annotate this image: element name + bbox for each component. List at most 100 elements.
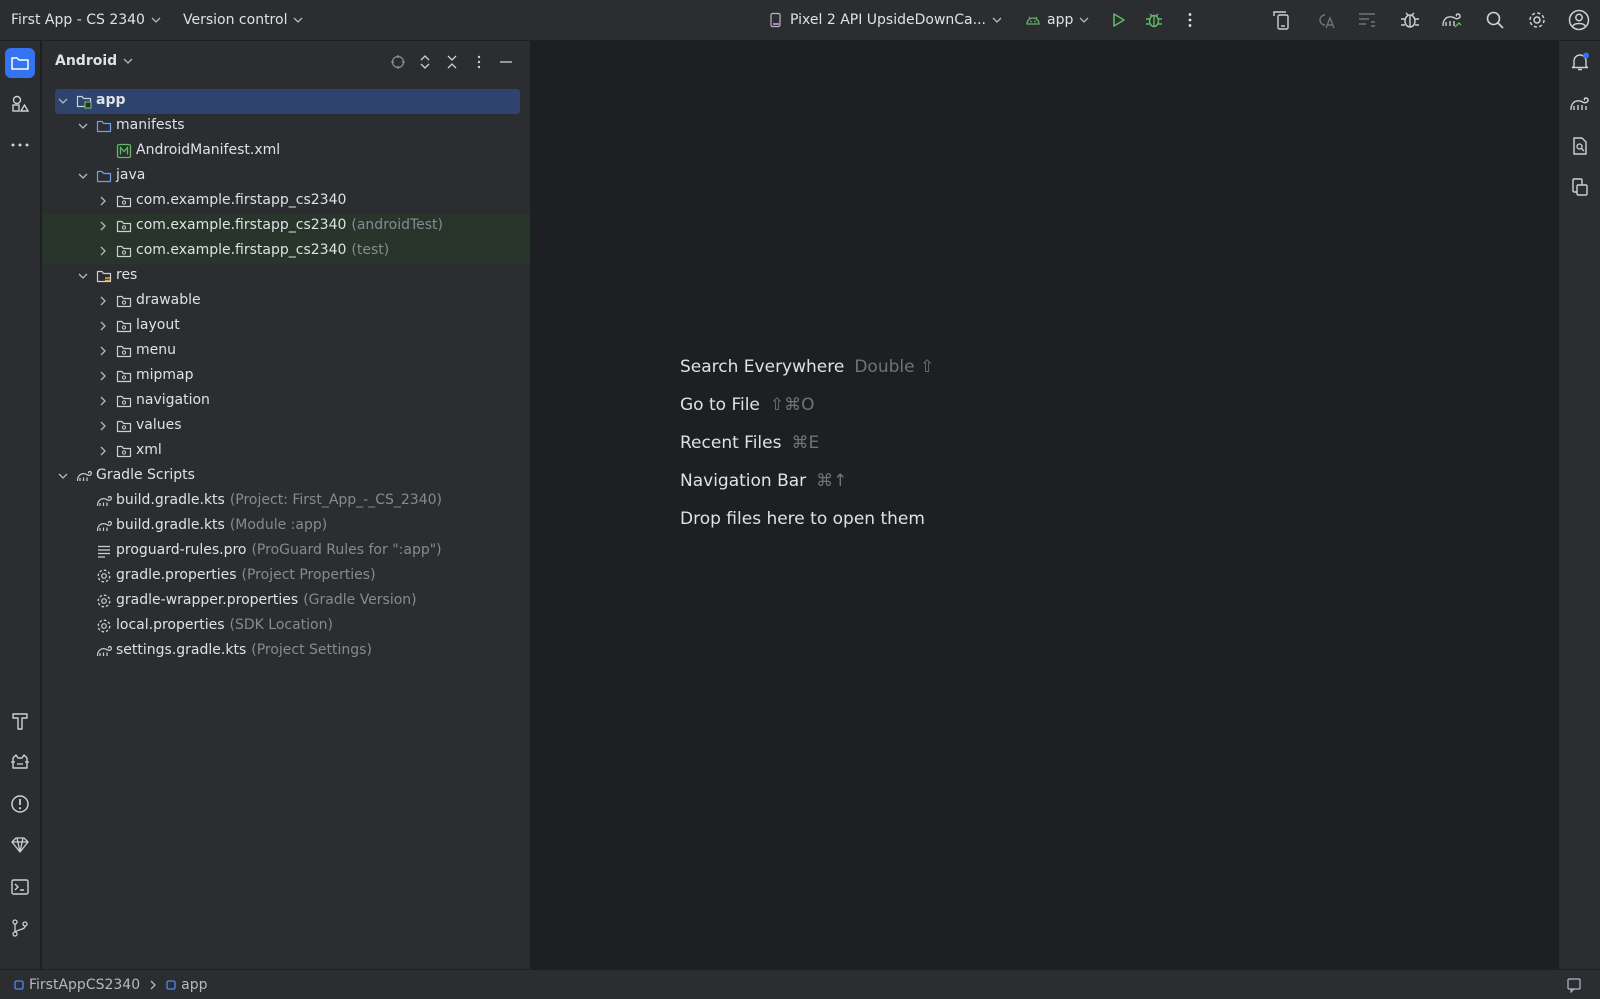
- tree-item[interactable]: layout: [42, 314, 530, 339]
- package-icon: [116, 443, 132, 459]
- project-icon: [11, 57, 29, 70]
- gradle-panel-button[interactable]: [1565, 89, 1595, 119]
- debug-run-icon[interactable]: [1142, 8, 1166, 32]
- tree-item[interactable]: build.gradle.kts (Module :app): [42, 514, 530, 539]
- chevron-right-icon[interactable]: [97, 295, 109, 307]
- tree-item-label: values: [136, 417, 182, 433]
- tree-item[interactable]: java: [42, 164, 530, 189]
- chevron-right-icon[interactable]: [97, 395, 109, 407]
- properties-icon: [96, 593, 112, 609]
- tree-item-hint: (SDK Location): [229, 617, 333, 633]
- logcat-tool-button[interactable]: [5, 747, 35, 777]
- hide-panel-icon[interactable]: [498, 54, 514, 70]
- editor-area[interactable]: Search Everywhere Double ⇧ Go to File ⇧⌘…: [531, 41, 1558, 969]
- package-icon: [116, 393, 132, 409]
- tree-item[interactable]: xml: [42, 439, 530, 464]
- more-actions-icon[interactable]: [1178, 8, 1202, 32]
- tree-item-label: xml: [136, 442, 162, 458]
- tree-item[interactable]: mipmap: [42, 364, 530, 389]
- chevron-right-icon[interactable]: [97, 370, 109, 382]
- tree-item[interactable]: settings.gradle.kts (Project Settings): [42, 639, 530, 664]
- tree-item[interactable]: local.properties (SDK Location): [42, 614, 530, 639]
- tree-item[interactable]: com.example.firstapp_cs2340 (androidTest): [42, 214, 530, 239]
- more-tools-button[interactable]: [5, 130, 35, 160]
- tree-item[interactable]: com.example.firstapp_cs2340 (test): [42, 239, 530, 264]
- app-quality-tool-button[interactable]: [5, 830, 35, 860]
- project-selector[interactable]: First App - CS 2340: [11, 0, 161, 40]
- locate-file-icon[interactable]: [390, 54, 406, 70]
- project-view-selector[interactable]: Android: [55, 53, 133, 69]
- translate-icon[interactable]: [1313, 8, 1337, 32]
- chevron-down-icon[interactable]: [77, 170, 89, 182]
- tree-item[interactable]: res: [42, 264, 530, 289]
- panel-options-icon[interactable]: [471, 54, 487, 70]
- search-icon[interactable]: [1483, 8, 1507, 32]
- breadcrumb: FirstAppCS2340 app: [14, 977, 207, 993]
- chevron-right-icon[interactable]: [97, 220, 109, 232]
- tree-item-label: manifests: [116, 117, 185, 133]
- version-control-tool-button[interactable]: [5, 913, 35, 943]
- gradle-icon: [1570, 97, 1589, 111]
- problems-tool-button[interactable]: [5, 789, 35, 819]
- tree-item-hint: (ProGuard Rules for ":app"): [251, 542, 442, 558]
- tree-item[interactable]: proguard-rules.pro (ProGuard Rules for ":…: [42, 539, 530, 564]
- running-devices-button[interactable]: [1565, 172, 1595, 202]
- chevron-down-icon[interactable]: [77, 120, 89, 132]
- chevron-right-icon[interactable]: [97, 345, 109, 357]
- run-config-label: app: [1047, 12, 1074, 28]
- tree-item-hint: (Gradle Version): [303, 592, 417, 608]
- resource-manager-button[interactable]: [5, 89, 35, 119]
- chevron-down-icon[interactable]: [57, 95, 69, 107]
- debug-icon[interactable]: [1398, 8, 1422, 32]
- hint-shortcut: Double ⇧: [854, 357, 935, 377]
- tree-item[interactable]: navigation: [42, 389, 530, 414]
- run-icon[interactable]: [1106, 8, 1130, 32]
- tree-item-hint: (test): [351, 242, 390, 258]
- version-control-menu[interactable]: Version control: [183, 0, 303, 40]
- build-tool-button[interactable]: [5, 706, 35, 736]
- tree-item[interactable]: gradle-wrapper.properties (Gradle Version…: [42, 589, 530, 614]
- module-folder-icon: [76, 93, 92, 109]
- tree-item[interactable]: build.gradle.kts (Project: First_App_-_CS…: [42, 489, 530, 514]
- terminal-tool-button[interactable]: [5, 872, 35, 902]
- tree-item[interactable]: gradle.properties (Project Properties): [42, 564, 530, 589]
- chevron-down-icon[interactable]: [77, 270, 89, 282]
- hint-label: Recent Files: [680, 433, 782, 453]
- tree-item[interactable]: menu: [42, 339, 530, 364]
- gradle-sync-icon[interactable]: [1440, 8, 1464, 32]
- tree-item-name: gradle.properties: [116, 567, 237, 583]
- tasks-icon[interactable]: [1355, 8, 1379, 32]
- chevron-right-icon[interactable]: [97, 245, 109, 257]
- version-control-icon: [12, 919, 28, 937]
- device-selector[interactable]: Pixel 2 API UpsideDownCa...: [768, 0, 1002, 40]
- device-icon: [770, 12, 781, 28]
- chevron-right-icon[interactable]: [97, 320, 109, 332]
- breadcrumb-item[interactable]: FirstAppCS2340: [14, 977, 140, 993]
- folder-icon: [96, 118, 112, 134]
- tree-item[interactable]: values: [42, 414, 530, 439]
- settings-icon[interactable]: [1525, 8, 1549, 32]
- run-config-selector[interactable]: app: [1025, 0, 1089, 40]
- status-widget[interactable]: [1566, 977, 1582, 993]
- tree-item-hint: (androidTest): [351, 217, 444, 233]
- chevron-down-icon[interactable]: [57, 470, 69, 482]
- tree-item[interactable]: Gradle Scripts: [42, 464, 530, 489]
- chevron-right-icon[interactable]: [97, 420, 109, 432]
- project-tool-button[interactable]: [5, 48, 35, 78]
- account-icon[interactable]: [1567, 8, 1591, 32]
- collapse-all-icon[interactable]: [444, 54, 460, 70]
- breadcrumb-item[interactable]: app: [166, 977, 207, 993]
- notifications-button[interactable]: [1565, 47, 1595, 77]
- chevron-right-icon[interactable]: [97, 445, 109, 457]
- chevron-right-icon[interactable]: [97, 195, 109, 207]
- hint-label: Drop files here to open them: [680, 509, 925, 529]
- tree-item[interactable]: AndroidManifest.xml: [42, 139, 530, 164]
- tree-item[interactable]: manifests: [42, 114, 530, 139]
- tree-item[interactable]: drawable: [42, 289, 530, 314]
- tree-item[interactable]: com.example.firstapp_cs2340: [42, 189, 530, 214]
- expand-all-icon[interactable]: [417, 54, 433, 70]
- device-manager-icon[interactable]: [1270, 8, 1294, 32]
- device-file-explorer-button[interactable]: [1565, 131, 1595, 161]
- tree-item[interactable]: app: [42, 89, 530, 114]
- hint-navigation-bar: Navigation Bar ⌘↑: [680, 462, 934, 500]
